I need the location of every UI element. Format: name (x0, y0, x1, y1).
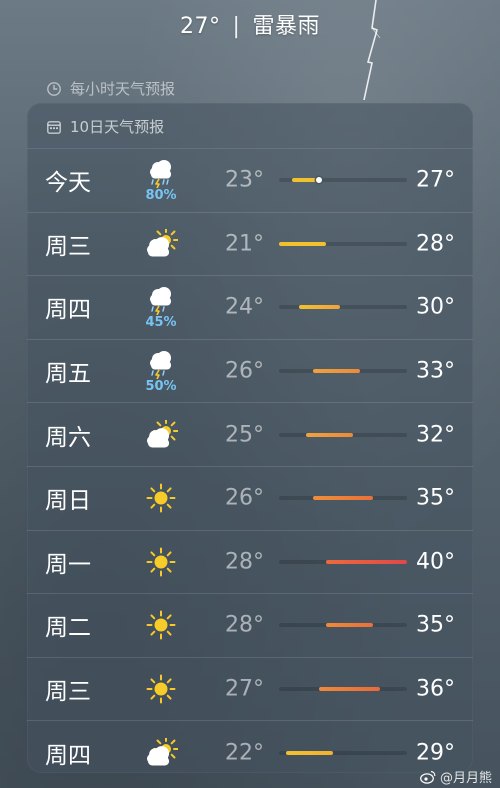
low-temperature: 22° (225, 740, 264, 766)
forecast-day-label: 周三 (45, 233, 91, 260)
low-temperature: 23° (225, 167, 264, 193)
forecast-day-label: 周四 (45, 297, 91, 324)
hourly-forecast-label: 每小时天气预报 (70, 80, 176, 98)
precipitation-chance: 80% (145, 188, 177, 204)
clock-icon (47, 81, 61, 96)
header-separator: | (232, 14, 241, 39)
watermark: @月月熊 (420, 767, 492, 786)
high-temperature: 27° (416, 167, 455, 193)
weather-icon-slot (139, 483, 183, 513)
low-temperature: 27° (225, 676, 264, 702)
forecast-day-label: 周二 (45, 615, 91, 642)
current-conditions: 27° | 雷暴雨 (0, 8, 500, 40)
high-temperature: 28° (416, 231, 455, 257)
temperature-range-fill (312, 369, 360, 374)
weather-icon-slot: 45% (139, 285, 183, 329)
forecast-row[interactable]: 周二 28° 35° (27, 593, 473, 657)
temperature-range-bar (279, 559, 407, 564)
temperature-range-bar (279, 750, 407, 755)
forecast-row[interactable]: 周五 50% 26° 33° (27, 338, 473, 403)
temperature-range-bar (279, 177, 407, 184)
watermark-text: @月月熊 (439, 771, 492, 786)
temperature-range-fill (326, 559, 407, 564)
temperature-range-fill (326, 623, 374, 628)
forecast-day-label: 周六 (45, 424, 91, 451)
temperature-range-bar (279, 369, 407, 374)
temperature-range-fill (305, 432, 354, 437)
ten-day-forecast-header: 10日天气预报 (46, 116, 164, 137)
forecast-row[interactable]: 周四 45% 24° 30° (27, 275, 473, 339)
forecast-day-label: 周一 (45, 551, 91, 578)
low-temperature: 26° (225, 358, 264, 384)
low-temperature: 28° (225, 549, 264, 575)
precipitation-chance: 50% (145, 379, 177, 395)
low-temperature: 24° (225, 294, 264, 320)
temperature-range-fill (285, 750, 333, 755)
high-temperature: 35° (416, 612, 455, 638)
weather-icon-slot: 50% (139, 349, 183, 393)
ten-day-forecast-title: 10日天气预报 (70, 118, 165, 136)
thunderstorm-icon (150, 351, 171, 380)
weather-icon-slot (139, 228, 183, 259)
temperature-range-bar (279, 305, 407, 310)
forecast-rows: 今天 80% 23° 27° 周三 21° 28° 周四 45% 24° 30° 周五 50% 26° 33… (27, 148, 473, 784)
current-condition: 雷暴雨 (252, 14, 320, 39)
temperature-range-bar (279, 496, 407, 501)
thunderstorm-icon (150, 287, 171, 316)
temperature-range-fill (312, 496, 374, 501)
sun-icon (146, 483, 176, 513)
high-temperature: 32° (416, 422, 455, 448)
partly-cloudy-icon (147, 228, 178, 257)
high-temperature: 30° (416, 294, 455, 320)
partly-cloudy-icon (147, 737, 178, 766)
high-temperature: 40° (416, 549, 455, 575)
forecast-row[interactable]: 周一 28° 40° (27, 529, 473, 594)
forecast-day-label: 周五 (45, 361, 91, 388)
weibo-icon (420, 770, 436, 784)
partly-cloudy-icon (147, 419, 178, 448)
current-temperature: 27° (180, 14, 221, 39)
low-temperature: 28° (225, 612, 264, 638)
forecast-row[interactable]: 周日 26° 35° (27, 465, 473, 530)
sun-icon (146, 674, 176, 704)
sun-icon (146, 610, 176, 640)
weather-icon-slot (139, 674, 183, 704)
forecast-row[interactable]: 周三 21° 28° (27, 211, 473, 276)
temperature-range-fill (299, 305, 340, 310)
forecast-day-label: 周三 (45, 679, 91, 706)
high-temperature: 33° (416, 358, 455, 384)
low-temperature: 26° (225, 485, 264, 511)
high-temperature: 36° (416, 676, 455, 702)
low-temperature: 25° (225, 422, 264, 448)
forecast-day-label: 周四 (45, 742, 91, 769)
weather-icon-slot (139, 610, 183, 640)
forecast-row[interactable]: 周六 25° 32° (27, 402, 473, 466)
low-temperature: 21° (225, 231, 264, 257)
temperature-range-bar (279, 241, 407, 246)
forecast-row[interactable]: 今天 80% 23° 27° (27, 148, 473, 212)
weather-icon-slot (139, 419, 183, 450)
forecast-day-label: 周日 (45, 488, 91, 515)
precipitation-chance: 45% (145, 315, 177, 331)
weather-icon-slot: 80% (139, 158, 183, 202)
thunderstorm-rain-icon (150, 160, 171, 189)
forecast-row[interactable]: 周四 22° 29° (27, 720, 473, 784)
temperature-range-fill (279, 241, 327, 246)
weather-icon-slot (139, 547, 183, 577)
temperature-range-bar (279, 687, 407, 692)
temperature-range-fill (319, 687, 381, 692)
high-temperature: 35° (416, 485, 455, 511)
high-temperature: 29° (416, 740, 455, 766)
temperature-range-bar (279, 432, 407, 437)
hourly-forecast-header[interactable]: 每小时天气预报 (46, 78, 175, 99)
weather-icon-slot (139, 737, 183, 768)
current-temp-marker (316, 177, 323, 184)
calendar-icon (47, 120, 61, 134)
temperature-range-fill (292, 178, 320, 183)
temperature-range-bar (279, 623, 407, 628)
forecast-day-label: 今天 (45, 170, 91, 197)
forecast-row[interactable]: 周三 27° 36° (27, 656, 473, 721)
sun-icon (146, 547, 176, 577)
ten-day-forecast-card[interactable]: 10日天气预报 今天 80% 23° 27° 周三 21° 28° 周四 45% 24° 30° 周五… (27, 103, 473, 773)
